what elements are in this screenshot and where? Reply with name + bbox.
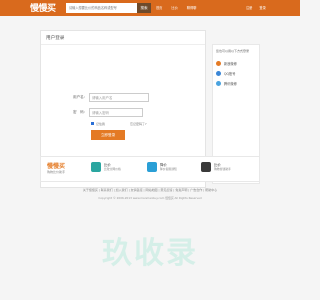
- site-logo[interactable]: 慢慢买: [30, 1, 56, 14]
- username-field[interactable]: 请输入用户名: [89, 93, 149, 102]
- login-link-top[interactable]: 登录: [259, 6, 265, 10]
- footer-links[interactable]: 关于慢慢买 | 联系我们 | 加入我们 | 友情链接 | 网站地图 | 意见反馈…: [0, 188, 300, 192]
- top-bar: 慢慢买 请输入想要比价的商品名称或型号 搜索 首页 比价 聊得聊 注册 登录: [0, 0, 300, 16]
- price-drop-icon: [147, 162, 157, 172]
- search-button[interactable]: 搜索: [137, 3, 151, 13]
- nav-item-home[interactable]: 首页: [156, 6, 162, 10]
- feature-brand: 慢慢买: [47, 163, 66, 170]
- feature-desc: 比较全网价格: [104, 167, 121, 171]
- register-link-top[interactable]: 注册: [246, 6, 252, 10]
- feature-desc: 降价提醒通知: [160, 167, 177, 171]
- compare-icon: [91, 162, 101, 172]
- top-nav: 首页 比价 聊得聊: [156, 5, 204, 10]
- weibo-icon: [216, 61, 221, 66]
- feature-brand-sub: 购物比价助手: [47, 170, 66, 174]
- page-title: 用户登录: [46, 36, 65, 41]
- tencent-weibo-icon: [216, 81, 221, 86]
- qq-icon: [216, 71, 221, 76]
- remember-label: 记住我: [96, 122, 106, 126]
- side-item-label: 腾讯微博: [224, 82, 237, 86]
- password-label: 密 码:: [73, 110, 85, 114]
- search-input[interactable]: 请输入想要比价的商品名称或型号: [66, 3, 140, 13]
- password-field[interactable]: 请输入密码: [89, 108, 143, 117]
- divider: [41, 44, 205, 45]
- login-button[interactable]: 立即登录: [91, 130, 125, 140]
- side-item-label: 新浪微博: [224, 62, 237, 66]
- username-label: 用户名:: [73, 95, 85, 99]
- forgot-password-link[interactable]: 忘记密码了?: [130, 122, 147, 126]
- assistant-icon: [201, 162, 211, 172]
- footer-copyright: Copyright © 2006-2013 www.manmanbuy.com …: [98, 196, 202, 200]
- user-links: 注册 登录: [246, 5, 272, 10]
- nav-item-forum[interactable]: 聊得聊: [187, 6, 197, 10]
- remember-checkbox[interactable]: [91, 122, 94, 125]
- feature-item: 降价 降价提醒通知: [147, 162, 195, 176]
- feature-item: 比价 比较全网价格: [91, 162, 139, 176]
- side-heading: 您也可以用以下方式登录: [216, 49, 250, 53]
- feature-item: 比价 购物省钱助手: [201, 162, 249, 176]
- nav-item-compare[interactable]: 比价: [171, 6, 177, 10]
- watermark: 玖收录: [102, 236, 198, 271]
- feature-desc: 购物省钱助手: [214, 167, 231, 171]
- side-item-label: QQ账号: [224, 72, 236, 76]
- feature-bar: 慢慢买 购物比价助手 比价 比较全网价格 降价 降价提醒通知 比价 购物省钱助手: [40, 156, 260, 182]
